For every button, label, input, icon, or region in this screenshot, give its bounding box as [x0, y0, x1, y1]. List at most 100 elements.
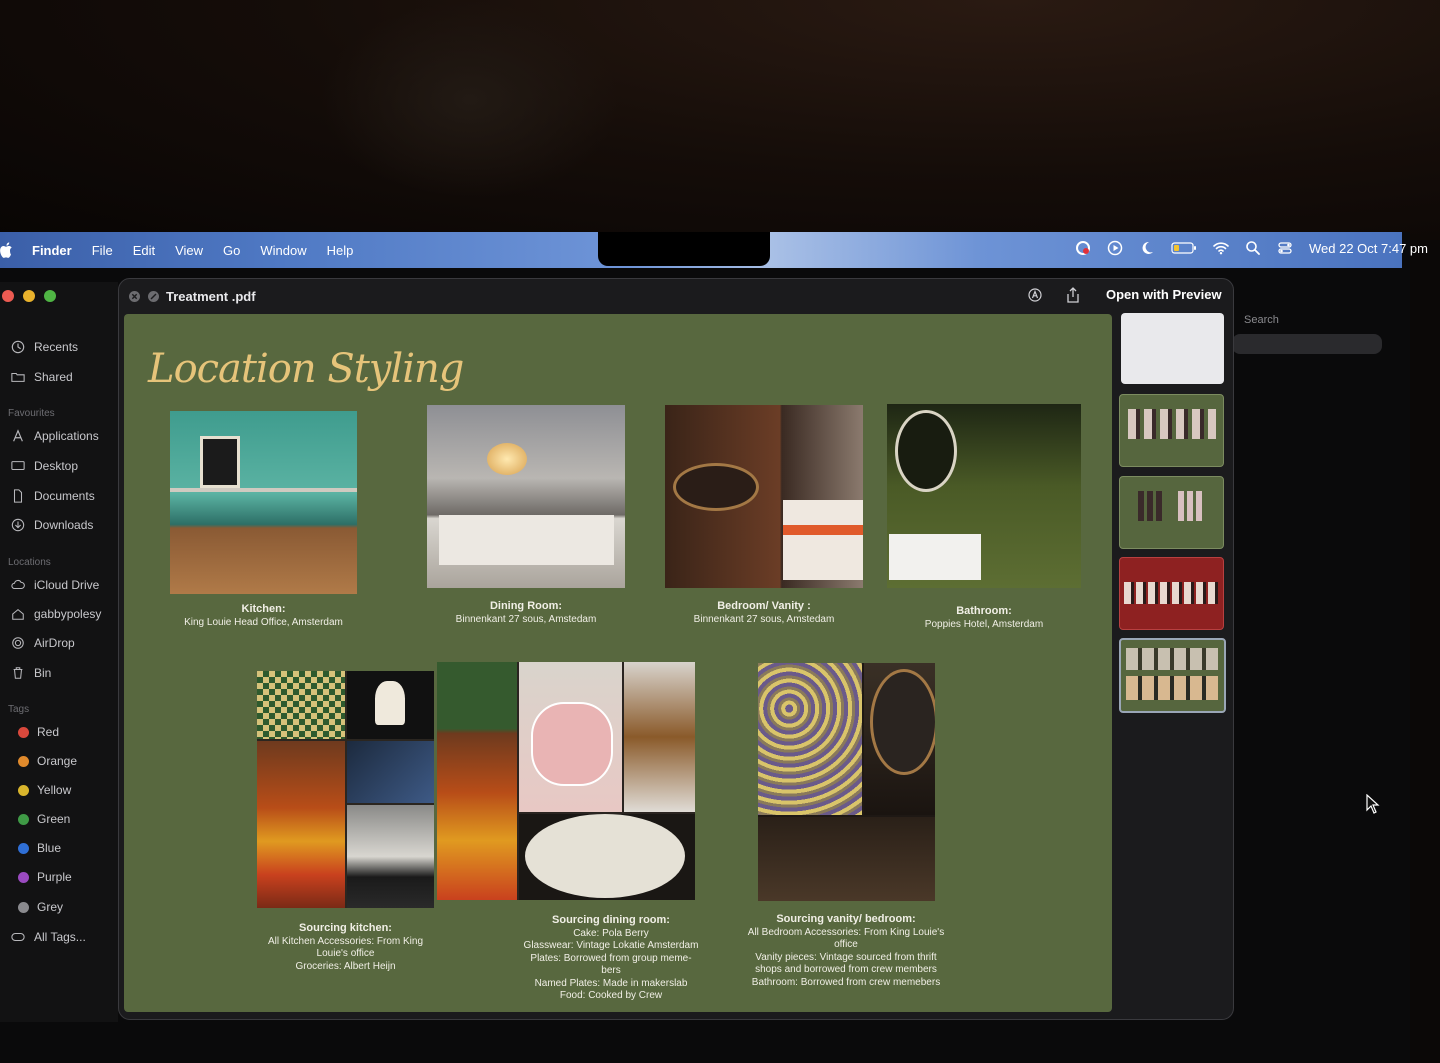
- sidebar-item-downloads[interactable]: Downloads: [10, 518, 93, 532]
- sidebar-item-icloud[interactable]: iCloud Drive: [10, 578, 99, 592]
- document-icon: [13, 489, 23, 503]
- tag-color-dot: [18, 813, 29, 825]
- sidebar-item-label: iCloud Drive: [34, 578, 100, 592]
- caption-dining-room: Dining Room: Binnenkant 27 sous, Amsteda…: [427, 600, 625, 626]
- play-icon[interactable]: [1107, 240, 1123, 256]
- sidebar-tag-purple[interactable]: Purple: [10, 870, 72, 884]
- quicklook-titlebar: Treatment .pdf: [126, 284, 1226, 308]
- caption-sourcing-kitchen: Sourcing kitchen: All Kitchen Accessorie…: [257, 922, 434, 973]
- sidebar-item-shared[interactable]: Shared: [10, 370, 73, 384]
- menu-file[interactable]: File: [92, 243, 113, 258]
- sidebar-tag-grey[interactable]: Grey: [10, 900, 63, 914]
- sidebar-item-home[interactable]: gabbypolesy: [10, 607, 101, 621]
- page-thumbnail-1[interactable]: [1121, 313, 1224, 384]
- menu-finder[interactable]: Finder: [32, 243, 72, 258]
- sidebar-tag-orange[interactable]: Orange: [10, 754, 77, 768]
- close-icon[interactable]: [128, 290, 141, 303]
- markup-icon[interactable]: [1028, 288, 1042, 302]
- sidebar-item-bin[interactable]: Bin: [10, 666, 51, 680]
- fullscreen-icon[interactable]: [147, 290, 160, 303]
- sidebar-tag-yellow[interactable]: Yellow: [10, 783, 71, 797]
- caption-sourcing-vanity: Sourcing vanity/ bedroom: All Bedroom Ac…: [736, 913, 956, 989]
- menu-window[interactable]: Window: [260, 243, 306, 258]
- page-thumbnail-2[interactable]: [1119, 394, 1224, 467]
- sidebar-item-label: gabbypolesy: [34, 607, 102, 621]
- tag-color-dot: [18, 755, 29, 767]
- sidebar-tag-green[interactable]: Green: [10, 812, 70, 826]
- share-icon[interactable]: [1066, 287, 1080, 303]
- caption-line: Named Plates: Made in makerslab: [534, 977, 688, 989]
- caption-heading: Bathroom:: [956, 605, 1012, 617]
- battery-icon[interactable]: [1171, 241, 1197, 255]
- quicklook-title: Treatment .pdf: [166, 288, 256, 304]
- finder-window-controls: [2, 290, 56, 302]
- sidebar-item-label: Recents: [34, 340, 79, 354]
- open-with-preview-button[interactable]: Open with Preview: [1106, 287, 1222, 302]
- sidebar-item-recents[interactable]: Recents: [10, 340, 78, 354]
- menu-extras: Wed 22 Oct 7:47 pm: [1075, 232, 1428, 264]
- menu-clock[interactable]: Wed 22 Oct 7:47 pm: [1309, 241, 1428, 256]
- dining-sourcing-collage: [437, 662, 695, 900]
- caption-line: All Bedroom Accessories: From King Louie…: [747, 926, 945, 938]
- sidebar-item-label: Yellow: [37, 783, 72, 797]
- sidebar-item-desktop[interactable]: Desktop: [10, 459, 78, 473]
- caption-line: Louie's office: [316, 948, 375, 959]
- caption-line: Bathroom: Borrowed from crew memebers: [751, 976, 941, 988]
- menu-edit[interactable]: Edit: [133, 243, 155, 258]
- shared-folder-icon: [11, 372, 25, 382]
- sidebar-item-label: Green: [37, 812, 71, 826]
- tag-color-dot: [18, 726, 29, 738]
- caption-heading: Bedroom/ Vanity :: [717, 600, 811, 612]
- caption-line: Plates: Borrowed from group meme-: [530, 952, 692, 964]
- spotlight-search-icon[interactable]: [1245, 240, 1261, 256]
- tag-color-dot: [18, 871, 29, 883]
- finder-search-input[interactable]: [1232, 334, 1382, 354]
- caption-line: Groceries: Albert Heijn: [295, 960, 396, 972]
- sidebar-item-label: Desktop: [34, 459, 79, 473]
- close-window-button[interactable]: [2, 290, 14, 302]
- sidebar-item-documents[interactable]: Documents: [10, 489, 95, 503]
- caption-line: Food: Cooked by Crew: [559, 990, 663, 1001]
- focus-moon-icon[interactable]: [1139, 240, 1155, 256]
- sidebar-item-label: Grey: [37, 900, 64, 914]
- dining-room-photo: [427, 405, 625, 588]
- page-thumbnail-3[interactable]: [1119, 476, 1224, 549]
- apple-menu-icon[interactable]: [0, 242, 14, 258]
- menu-go[interactable]: Go: [223, 243, 240, 258]
- caption-kitchen: Kitchen: King Louie Head Office, Amsterd…: [170, 603, 357, 629]
- clock-icon: [11, 340, 25, 354]
- menu-help[interactable]: Help: [327, 243, 354, 258]
- kitchen-photo: [170, 411, 357, 594]
- caption-text: Poppies Hotel, Amsterdam: [924, 618, 1044, 630]
- sidebar-tag-blue[interactable]: Blue: [10, 841, 61, 855]
- caption-heading: Kitchen:: [241, 603, 286, 615]
- caption-line: shops and borrowed from crew members: [755, 964, 937, 975]
- creative-cloud-icon[interactable]: [1075, 240, 1091, 256]
- sidebar-item-label: Downloads: [34, 518, 94, 532]
- sidebar-tag-red[interactable]: Red: [10, 725, 59, 739]
- room-background: [0, 0, 1440, 240]
- sidebar-heading-favourites: Favourites: [8, 408, 55, 419]
- control-center-icon[interactable]: [1277, 240, 1293, 256]
- caption-line: bers: [601, 965, 621, 976]
- finder-search-label: Search: [1244, 314, 1279, 326]
- caption-line: office: [834, 939, 858, 950]
- tag-color-dot: [18, 901, 29, 913]
- caption-text: King Louie Head Office, Amsterdam: [184, 616, 343, 628]
- wifi-icon[interactable]: [1213, 240, 1229, 256]
- caption-heading: Sourcing kitchen:: [299, 922, 392, 934]
- sidebar-item-all-tags[interactable]: All Tags...: [10, 930, 86, 944]
- sidebar-item-applications[interactable]: Applications: [10, 429, 99, 443]
- sidebar-item-label: All Tags...: [34, 930, 86, 944]
- sidebar-item-label: Red: [37, 725, 60, 739]
- applications-icon: [13, 429, 23, 442]
- sidebar-item-label: Blue: [37, 841, 62, 855]
- slide-title: Location Styling: [148, 346, 464, 392]
- page-thumbnail-4[interactable]: [1119, 557, 1224, 630]
- sidebar-item-airdrop[interactable]: AirDrop: [10, 636, 75, 650]
- menu-view[interactable]: View: [175, 243, 203, 258]
- zoom-window-button[interactable]: [44, 290, 56, 302]
- page-thumbnail-5-selected[interactable]: [1119, 638, 1226, 713]
- minimize-window-button[interactable]: [23, 290, 35, 302]
- tag-color-dot: [18, 784, 29, 796]
